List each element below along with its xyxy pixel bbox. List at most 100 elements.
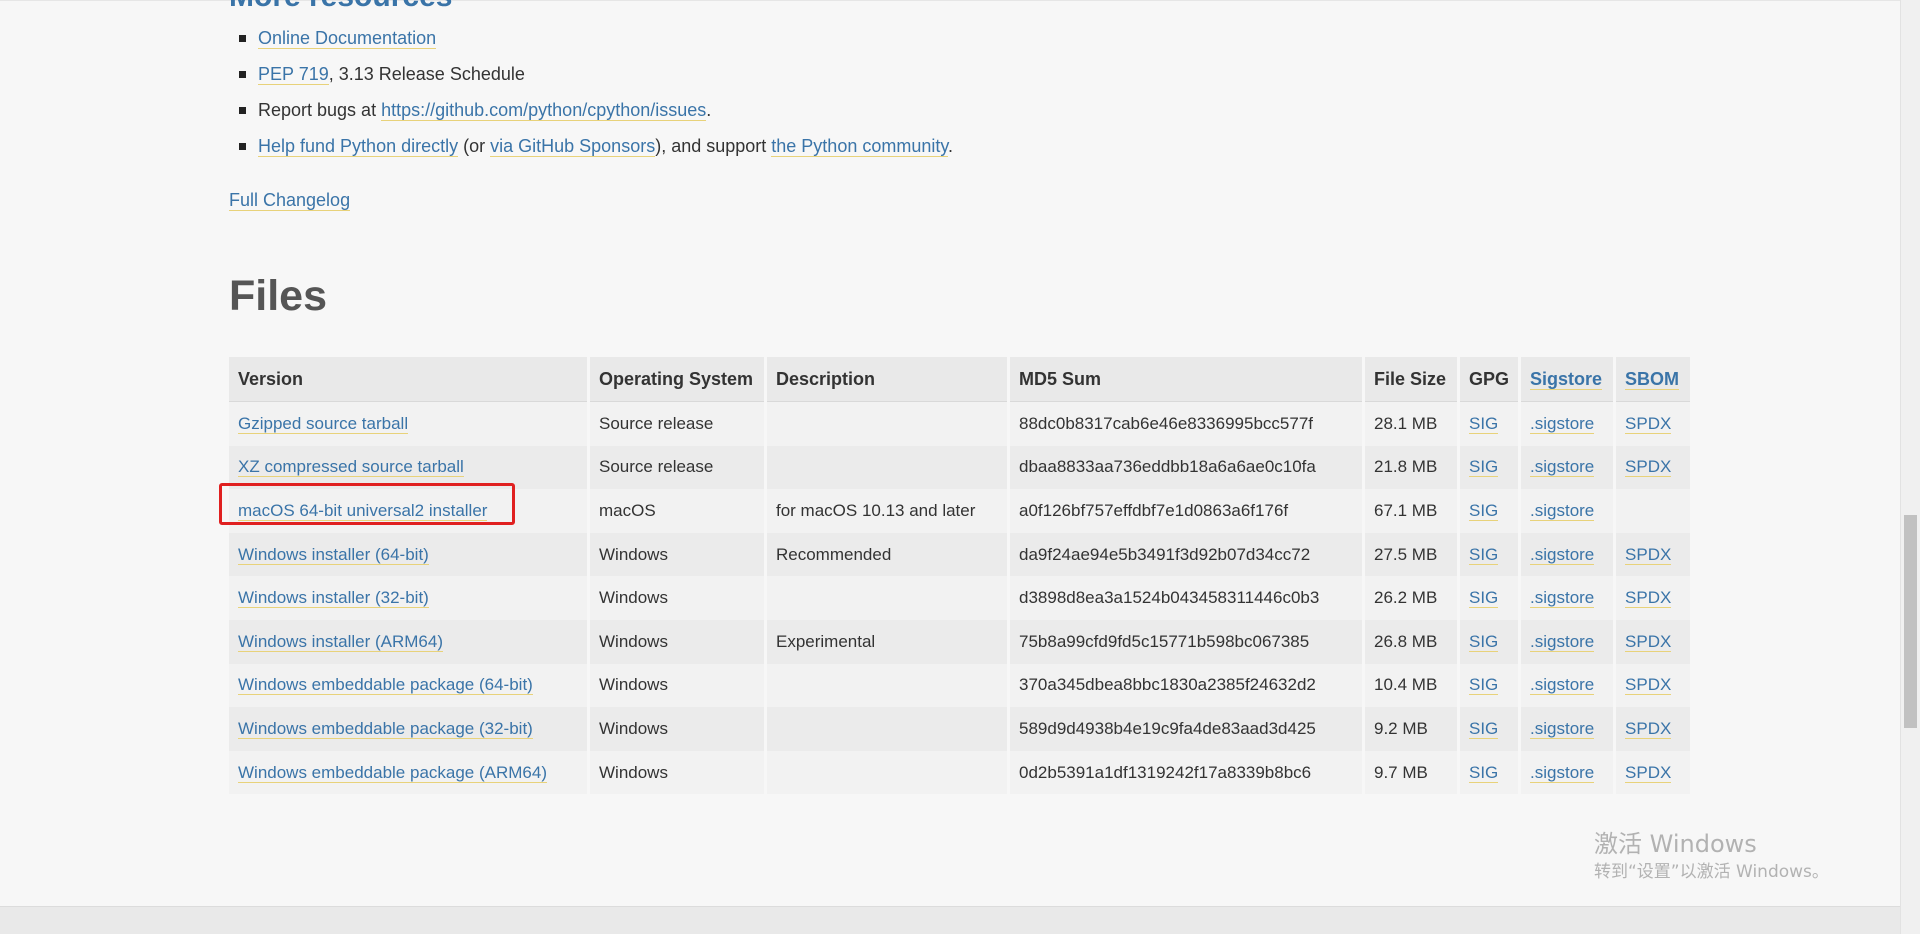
gpg-sig-link[interactable]: SIG <box>1469 675 1499 696</box>
help-fund-python-link[interactable]: Help fund Python directly <box>258 136 459 157</box>
sigstore-header-link[interactable]: Sigstore <box>1530 368 1603 390</box>
os-cell: Windows <box>599 631 668 651</box>
vertical-scrollbar[interactable] <box>1900 0 1920 934</box>
pep-719-link[interactable]: PEP 719 <box>258 64 329 85</box>
os-cell: macOS <box>599 500 656 520</box>
github-sponsors-link[interactable]: via GitHub Sponsors <box>490 136 656 157</box>
size-cell: 67.1 MB <box>1374 500 1438 520</box>
table-cell-version: Windows installer (64-bit) <box>229 532 587 577</box>
sigstore-link[interactable]: .sigstore <box>1530 457 1595 478</box>
table-cell-description <box>767 401 1007 446</box>
sbom-header-link[interactable]: SBOM <box>1625 368 1680 390</box>
table-row: Windows embeddable package (ARM64) Window… <box>229 750 1691 795</box>
gpg-sig-link[interactable]: SIG <box>1469 762 1499 783</box>
file-download-link[interactable]: Gzipped source tarball <box>238 413 409 434</box>
size-cell: 10.4 MB <box>1374 675 1438 695</box>
header-sigstore[interactable]: Sigstore <box>1521 357 1614 401</box>
table-row: Windows installer (64-bit) Windows Recomme… <box>229 532 1691 577</box>
table-cell-os: Windows <box>590 532 764 577</box>
table-cell-sbom: SPDX <box>1616 663 1691 708</box>
gpg-sig-link[interactable]: SIG <box>1469 588 1499 609</box>
table-row: Windows embeddable package (64-bit) Windo… <box>229 663 1691 708</box>
sbom-spdx-link[interactable]: SPDX <box>1625 544 1672 565</box>
table-cell-sigstore: .sigstore <box>1521 489 1614 533</box>
online-documentation-link[interactable]: Online Documentation <box>258 28 437 49</box>
sbom-spdx-link[interactable]: SPDX <box>1625 631 1672 652</box>
sigstore-link[interactable]: .sigstore <box>1530 718 1595 739</box>
table-cell-md5: 75b8a99cfd9fd5c15771b598bc067385 <box>1010 619 1362 664</box>
table-cell-md5: da9f24ae94e5b3491f3d92b07d34cc72 <box>1010 532 1362 577</box>
table-cell-version: Gzipped source tarball <box>229 401 587 446</box>
table-cell-sigstore: .sigstore <box>1521 707 1614 751</box>
sigstore-link[interactable]: .sigstore <box>1530 631 1595 652</box>
table-cell-sbom: SPDX <box>1616 445 1691 490</box>
os-cell: Source release <box>599 413 714 433</box>
scrollbar-thumb[interactable] <box>1904 515 1917 728</box>
gpg-sig-link[interactable]: SIG <box>1469 413 1499 434</box>
table-cell-md5: 370a345dbea8bbc1830a2385f24632d2 <box>1010 663 1362 708</box>
md5-cell: a0f126bf757effdbf7e1d0863a6f176f <box>1019 500 1289 520</box>
table-header-row: Version Operating System Description MD5… <box>229 357 1691 401</box>
sbom-spdx-link[interactable]: SPDX <box>1625 718 1672 739</box>
table-cell-description <box>767 663 1007 708</box>
md5-cell: 88dc0b8317cab6e46e8336995bcc577f <box>1019 413 1313 433</box>
table-cell-gpg: SIG <box>1460 445 1519 490</box>
file-download-link[interactable]: Windows installer (ARM64) <box>238 631 443 652</box>
gpg-sig-link[interactable]: SIG <box>1469 500 1499 521</box>
files-table: Version Operating System Description MD5… <box>226 357 1693 795</box>
header-version: Version <box>229 357 587 401</box>
sbom-spdx-link[interactable]: SPDX <box>1625 762 1672 783</box>
table-cell-sigstore: .sigstore <box>1521 750 1614 795</box>
changelog-container: Full Changelog <box>229 186 351 214</box>
full-changelog-link[interactable]: Full Changelog <box>229 190 351 211</box>
table-cell-sbom: SPDX <box>1616 750 1691 795</box>
period-text: . <box>706 100 712 120</box>
sbom-spdx-link[interactable]: SPDX <box>1625 457 1672 478</box>
table-cell-size: 10.4 MB <box>1365 663 1457 708</box>
size-cell: 26.2 MB <box>1374 588 1438 608</box>
header-size: File Size <box>1365 357 1457 401</box>
table-cell-gpg: SIG <box>1460 619 1519 664</box>
sbom-spdx-link[interactable]: SPDX <box>1625 413 1672 434</box>
md5-cell: 370a345dbea8bbc1830a2385f24632d2 <box>1019 675 1316 695</box>
description-cell: Experimental <box>776 631 876 651</box>
table-cell-size: 67.1 MB <box>1365 489 1457 533</box>
footer-band <box>0 906 1900 934</box>
table-cell-sbom: SPDX <box>1616 576 1691 620</box>
gpg-sig-link[interactable]: SIG <box>1469 718 1499 739</box>
table-cell-gpg: SIG <box>1460 489 1519 533</box>
file-download-link[interactable]: Windows embeddable package (64-bit) <box>238 675 533 696</box>
sbom-spdx-link[interactable]: SPDX <box>1625 675 1672 696</box>
file-download-link[interactable]: Windows installer (32-bit) <box>238 588 429 609</box>
python-community-link[interactable]: the Python community <box>771 136 949 157</box>
file-download-link[interactable]: XZ compressed source tarball <box>238 457 464 478</box>
watermark-title: 激活 Windows <box>1594 830 1757 858</box>
header-sbom[interactable]: SBOM <box>1616 357 1691 401</box>
file-download-link[interactable]: Windows embeddable package (ARM64) <box>238 762 547 783</box>
sigstore-link[interactable]: .sigstore <box>1530 413 1595 434</box>
table-cell-gpg: SIG <box>1460 750 1519 795</box>
gpg-sig-link[interactable]: SIG <box>1469 631 1499 652</box>
list-item: Online Documentation <box>229 20 953 56</box>
file-download-link[interactable]: macOS 64-bit universal2 installer <box>238 500 488 521</box>
table-cell-os: Windows <box>590 750 764 795</box>
table-cell-description <box>767 750 1007 795</box>
sbom-spdx-link[interactable]: SPDX <box>1625 588 1672 609</box>
sigstore-link[interactable]: .sigstore <box>1530 544 1595 565</box>
table-row: Windows installer (ARM64) Windows Experime… <box>229 619 1691 664</box>
gpg-sig-link[interactable]: SIG <box>1469 544 1499 565</box>
file-download-link[interactable]: Windows installer (64-bit) <box>238 544 429 565</box>
sigstore-link[interactable]: .sigstore <box>1530 762 1595 783</box>
size-cell: 28.1 MB <box>1374 413 1438 433</box>
file-download-link[interactable]: Windows embeddable package (32-bit) <box>238 718 533 739</box>
gpg-sig-link[interactable]: SIG <box>1469 457 1499 478</box>
os-cell: Windows <box>599 718 668 738</box>
sigstore-link[interactable]: .sigstore <box>1530 675 1595 696</box>
table-cell-md5: 0d2b5391a1df1319242f17a8339b8bc6 <box>1010 750 1362 795</box>
sigstore-link[interactable]: .sigstore <box>1530 588 1595 609</box>
sigstore-link[interactable]: .sigstore <box>1530 500 1595 521</box>
cpython-issues-link[interactable]: https://github.com/python/cpython/issues <box>381 100 707 121</box>
table-cell-version: Windows installer (32-bit) <box>229 576 587 620</box>
table-cell-md5: 589d9d4938b4e19c9fa4de83aad3d425 <box>1010 707 1362 751</box>
list-item: Help fund Python directly (or via GitHub… <box>229 128 953 164</box>
